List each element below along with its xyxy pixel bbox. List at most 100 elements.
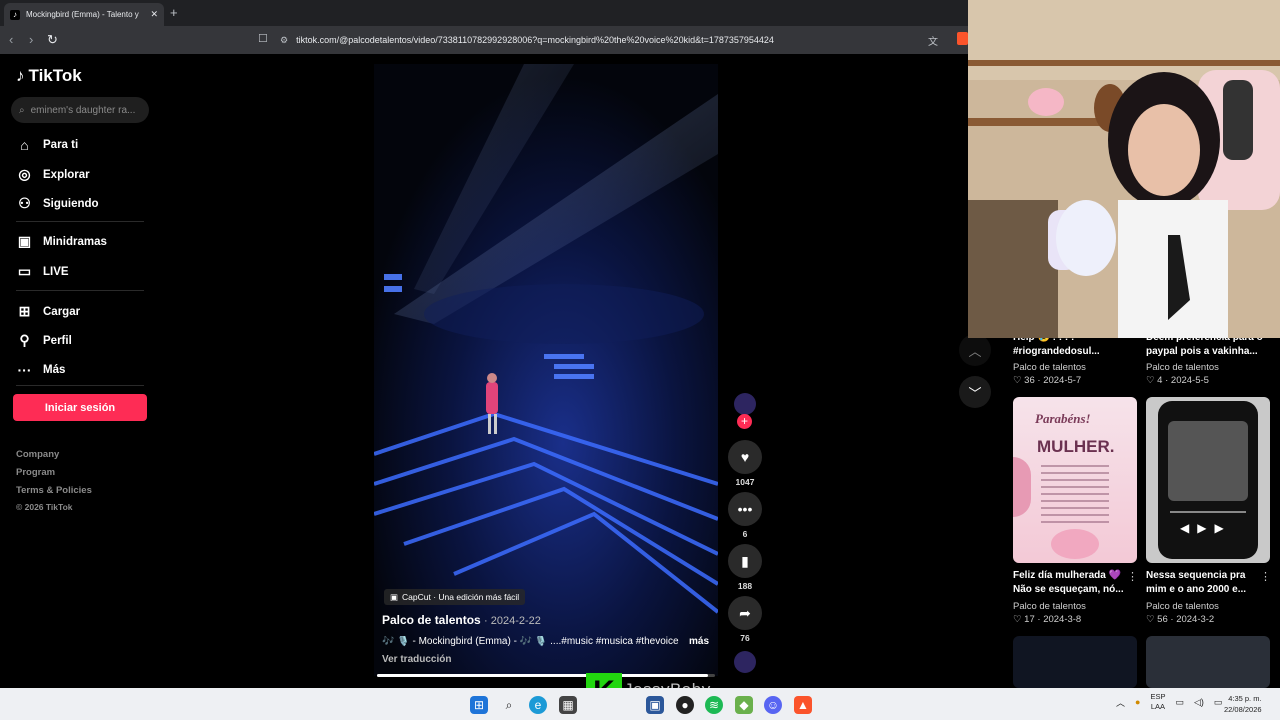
nav-label: Cargar [43, 305, 81, 318]
edge-icon[interactable]: e [529, 696, 547, 714]
video-player[interactable] [374, 64, 718, 676]
clock-date: 22/08/2026 [1224, 705, 1262, 714]
progress-fill [377, 674, 709, 677]
reload-icon[interactable]: ↻ [47, 32, 58, 48]
author-name: Palco de talentos [382, 613, 481, 627]
chevron-up-icon: ︿ [968, 343, 982, 359]
video-progress-bar[interactable] [377, 674, 715, 677]
store-icon[interactable]: ▦ [559, 696, 577, 714]
app-icon[interactable]: ▣ [646, 696, 664, 714]
bookmark-icon[interactable]: ☐ [258, 32, 268, 45]
browser-tab[interactable]: ♪ Mockingbird (Emma) - Talento y ✕ [4, 3, 164, 26]
share-button[interactable]: ➦ [728, 596, 762, 630]
related-thumbnail-4[interactable]: ◀▶▶ [1146, 397, 1270, 563]
related-title-4-line1[interactable]: Nessa sequencia pra [1146, 569, 1246, 583]
video-author[interactable]: Palco de talentos · 2024-2-22 [382, 613, 541, 627]
related-menu-icon[interactable]: ⋮ [1127, 570, 1138, 583]
translate-icon[interactable]: 文 [928, 33, 938, 48]
nav-item-siguiendo[interactable]: ⚇ Siguiendo [16, 195, 98, 212]
related-author-4[interactable]: Palco de talentos [1146, 601, 1219, 612]
related-stats-3: ♡ 17 · 2024-3-8 [1013, 614, 1082, 625]
like-button[interactable]: ♥ [728, 440, 762, 474]
system-tray: ︿ ● ESP LAA ▭ ◁) ▭ [1116, 692, 1222, 712]
maps-icon[interactable]: ◆ [735, 696, 753, 714]
volume-icon[interactable]: ◁) [1194, 697, 1204, 708]
discord-icon[interactable]: ☺ [764, 696, 782, 714]
translate-link[interactable]: Ver traducción [382, 654, 451, 665]
related-title-3-line1[interactable]: Feliz día mulherada 💜 [1013, 569, 1121, 583]
tiktok-favicon-icon: ♪ [10, 9, 20, 20]
more-icon: ··· [17, 362, 32, 378]
nav-item-minidramas[interactable]: ▣ Minidramas [16, 233, 107, 250]
minidrama-icon: ▣ [17, 233, 32, 249]
flower-decoration [1013, 457, 1031, 517]
nav-label: Para ti [43, 139, 79, 151]
brave-icon[interactable]: ▲ [794, 696, 812, 714]
brave-shield-icon[interactable] [957, 32, 968, 45]
new-tab-button[interactable]: + [170, 5, 178, 20]
nav-item-explorar[interactable]: ◎ Explorar [16, 166, 89, 183]
save-count: 188 [737, 581, 753, 591]
related-menu-icon[interactable]: ⋮ [1260, 570, 1271, 583]
footer-program-link[interactable]: Program [16, 467, 55, 478]
webcam-overlay [968, 0, 1280, 338]
author-avatar[interactable] [734, 393, 756, 415]
site-info-icon[interactable]: ⚙ [280, 35, 288, 46]
scroll-up-button[interactable]: ︿ [959, 334, 991, 366]
start-icon[interactable]: ⊞ [470, 696, 488, 714]
comment-button[interactable]: ••• [728, 492, 762, 526]
search-icon[interactable]: ⌕ [500, 696, 518, 714]
nav-item-para-ti[interactable]: ⌂ Para ti [16, 137, 78, 153]
related-title-3-line2[interactable]: Não se esqueçam, nó... [1013, 583, 1124, 597]
microphone-icon[interactable]: ● [1135, 697, 1140, 707]
language-indicator[interactable]: ESP LAA [1150, 692, 1165, 712]
related-author-2[interactable]: Palco de talentos [1146, 362, 1219, 373]
capcut-badge[interactable]: ▣ CapCut · Una edición más fácil [384, 589, 526, 605]
related-author-3[interactable]: Palco de talentos [1013, 601, 1086, 612]
back-icon[interactable]: ‹ [9, 32, 13, 47]
scroll-down-button[interactable]: ﹀ [959, 376, 991, 408]
tray-overflow-icon[interactable]: ︿ [1116, 696, 1125, 709]
network-icon[interactable]: ▭ [1175, 697, 1184, 708]
related-thumbnail-5[interactable] [1013, 636, 1137, 688]
nav-item-perfil[interactable]: ⚲ Perfil [16, 332, 71, 349]
footer-terms-link[interactable]: Terms & Policies [16, 485, 92, 496]
related-stats-1: ♡ 36 · 2024-5-7 [1013, 375, 1082, 386]
follow-button[interactable]: + [737, 414, 752, 429]
search-input[interactable]: ⌕ eminem's daughter ra... [11, 97, 149, 123]
save-button[interactable]: ▮ [728, 544, 762, 578]
login-button[interactable]: Iniciar sesión [13, 394, 147, 421]
bookmark-icon: ▮ [741, 552, 749, 569]
nav-label: Más [43, 364, 66, 376]
related-thumbnail-6[interactable] [1146, 636, 1270, 688]
footer-company-link[interactable]: Company [16, 449, 59, 460]
forward-icon[interactable]: › [29, 32, 33, 47]
nav-item-live[interactable]: ▭ LIVE [16, 263, 69, 280]
battery-icon[interactable]: ▭ [1214, 697, 1223, 708]
related-thumbnail-3[interactable]: Parabéns! MULHER. [1013, 397, 1137, 563]
related-title-1-line2[interactable]: #riograndedosul... [1013, 345, 1100, 359]
related-title-2-line2[interactable]: paypal pois a vakinha... [1146, 345, 1258, 359]
following-icon: ⚇ [18, 195, 31, 211]
windows-taskbar [0, 688, 1280, 720]
related-date: 2024-3-2 [1176, 614, 1215, 625]
layout-code: LAA [1150, 702, 1166, 711]
tiktok-logo[interactable]: ♪ TikTok [16, 66, 82, 86]
more-button[interactable]: más [689, 636, 709, 647]
nav-label: LIVE [43, 265, 69, 278]
tab-close-icon[interactable]: ✕ [150, 9, 158, 20]
address-bar[interactable]: ⚙ tiktok.com/@palcodetalentos/video/7338… [280, 30, 950, 50]
related-title-4-line2[interactable]: mim e o ano 2000 e... [1146, 583, 1246, 597]
nav-item-mas[interactable]: ··· Más [16, 362, 66, 378]
related-date: 2024-3-8 [1043, 614, 1082, 625]
obs-icon[interactable]: ● [676, 696, 694, 714]
nav-divider [16, 290, 144, 291]
music-disc-avatar[interactable] [734, 651, 756, 673]
nav-divider [16, 221, 144, 222]
related-likes: 56 [1157, 614, 1168, 625]
nav-item-cargar[interactable]: ⊞ Cargar [16, 303, 80, 320]
tiktok-note-icon: ♪ [16, 66, 25, 85]
spotify-icon[interactable]: ≋ [705, 696, 723, 714]
clock[interactable]: 4:35 p. m. 22/08/2026 [1224, 693, 1262, 715]
related-author-1[interactable]: Palco de talentos [1013, 362, 1086, 373]
